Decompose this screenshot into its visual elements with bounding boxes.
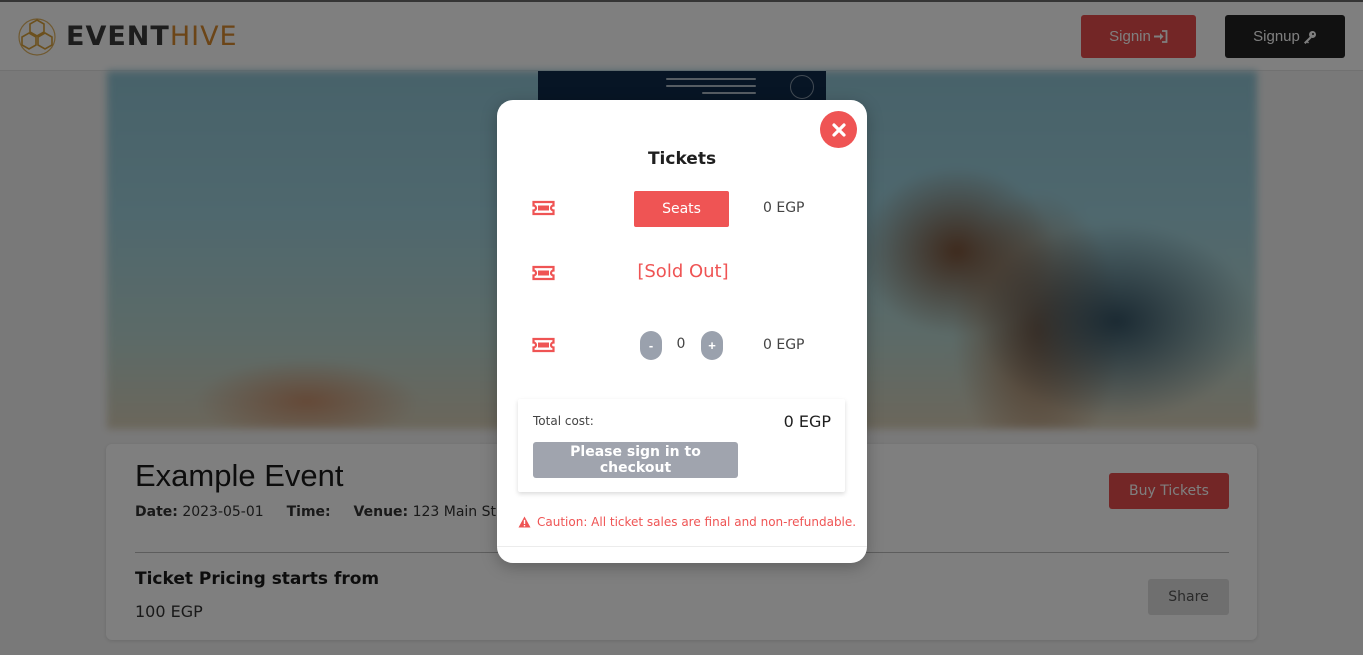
caution-message: Caution: All ticket sales are final and … bbox=[518, 515, 856, 529]
sold-out-label: [Sold Out] bbox=[637, 261, 729, 282]
modal-footer-divider bbox=[497, 546, 867, 547]
ticket-price: 0 EGP bbox=[763, 200, 805, 216]
close-button[interactable] bbox=[820, 111, 857, 148]
tickets-modal: Tickets Seats 0 EGP [Sold Out] - 0 + 0 E… bbox=[497, 100, 867, 563]
ticket-icon bbox=[532, 200, 555, 216]
ticket-icon bbox=[532, 337, 555, 353]
total-cost-label: Total cost: bbox=[533, 414, 594, 428]
ticket-price: 0 EGP bbox=[763, 337, 805, 353]
warning-icon bbox=[518, 516, 531, 528]
total-cost-value: 0 EGP bbox=[783, 412, 831, 431]
quantity-value: 0 bbox=[676, 336, 686, 352]
modal-title: Tickets bbox=[647, 149, 717, 169]
order-summary: Total cost: 0 EGP Please sign in to chec… bbox=[518, 399, 845, 492]
decrement-button[interactable]: - bbox=[640, 331, 662, 360]
seats-button[interactable]: Seats bbox=[634, 191, 729, 227]
caution-text: Caution: All ticket sales are final and … bbox=[537, 515, 857, 529]
checkout-button[interactable]: Please sign in to checkout bbox=[533, 442, 738, 478]
close-icon bbox=[831, 122, 846, 137]
increment-button[interactable]: + bbox=[701, 331, 723, 360]
